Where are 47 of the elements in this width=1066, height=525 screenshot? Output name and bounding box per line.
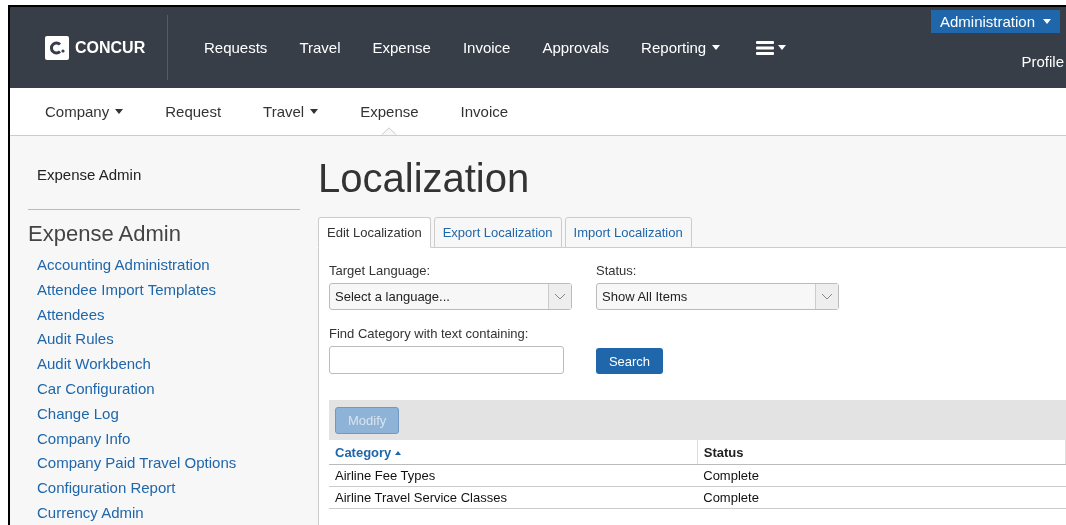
- tab[interactable]: Export Localization: [433, 217, 562, 248]
- search-button[interactable]: Search: [596, 348, 663, 374]
- field-label: Find Category with text containing:: [329, 326, 530, 341]
- sub-nav-item[interactable]: Expense: [360, 88, 419, 135]
- language-select[interactable]: Select a language...: [329, 283, 572, 310]
- page-title: Localization: [318, 156, 531, 201]
- tab[interactable]: Edit Localization: [318, 217, 431, 248]
- nav-item[interactable]: Reporting: [625, 39, 737, 56]
- sidebar-item[interactable]: Attendees: [37, 302, 300, 328]
- nav-item[interactable]: Requests: [188, 39, 284, 56]
- sidebar-item[interactable]: Currency Admin: [37, 500, 300, 525]
- nav-item[interactable]: Approvals: [526, 39, 626, 56]
- sub-nav-item[interactable]: Company: [45, 88, 124, 135]
- table-cell: Airline Travel Service Classes: [329, 486, 698, 509]
- chevron-down-icon[interactable]: [815, 284, 838, 309]
- sub-nav-item[interactable]: Request: [165, 88, 222, 135]
- brand-name: CONCUR: [75, 38, 146, 57]
- sidebar-item[interactable]: Company Info: [37, 426, 300, 452]
- sidebar-item[interactable]: Car Configuration: [37, 377, 300, 402]
- chevron-down-icon[interactable]: [548, 284, 571, 309]
- sidebar-item[interactable]: Audit Workbench: [37, 352, 300, 377]
- sidebar-item[interactable]: Company Paid Travel Options: [37, 451, 300, 477]
- table-cell: Airline Fee Types: [329, 464, 698, 487]
- nav-item[interactable]: Invoice: [446, 39, 527, 56]
- logo-icon: [45, 35, 69, 60]
- sub-nav-item[interactable]: Invoice: [460, 88, 509, 135]
- field-label: Status:: [596, 263, 638, 278]
- table-cell: Complete: [697, 464, 1066, 487]
- column-header[interactable]: Category: [329, 440, 698, 465]
- profile-link[interactable]: Profile: [1021, 53, 1064, 70]
- tab[interactable]: Import Localization: [564, 217, 692, 248]
- sidebar-item[interactable]: Change Log: [37, 401, 300, 427]
- table-cell: Complete: [697, 486, 1066, 509]
- sidebar-heading: Expense Admin: [28, 221, 182, 247]
- sidebar-link[interactable]: Expense Admin: [37, 166, 300, 183]
- status-select[interactable]: Show All Items: [596, 283, 839, 310]
- sidebar-item[interactable]: Audit Rules: [37, 327, 300, 353]
- sub-nav-item[interactable]: Travel: [263, 88, 319, 135]
- nav-item[interactable]: Travel: [283, 39, 357, 56]
- column-header[interactable]: Status: [697, 440, 1066, 465]
- field-label: Target Language:: [329, 263, 432, 278]
- search-field[interactable]: [329, 346, 564, 374]
- sidebar-item[interactable]: Attendee Import Templates: [37, 277, 300, 303]
- sidebar-item[interactable]: Configuration Report: [37, 476, 300, 501]
- administration-button[interactable]: Administration: [930, 10, 1060, 33]
- sidebar-item[interactable]: Accounting Administration: [37, 253, 300, 278]
- nav-item[interactable]: Expense: [356, 39, 447, 56]
